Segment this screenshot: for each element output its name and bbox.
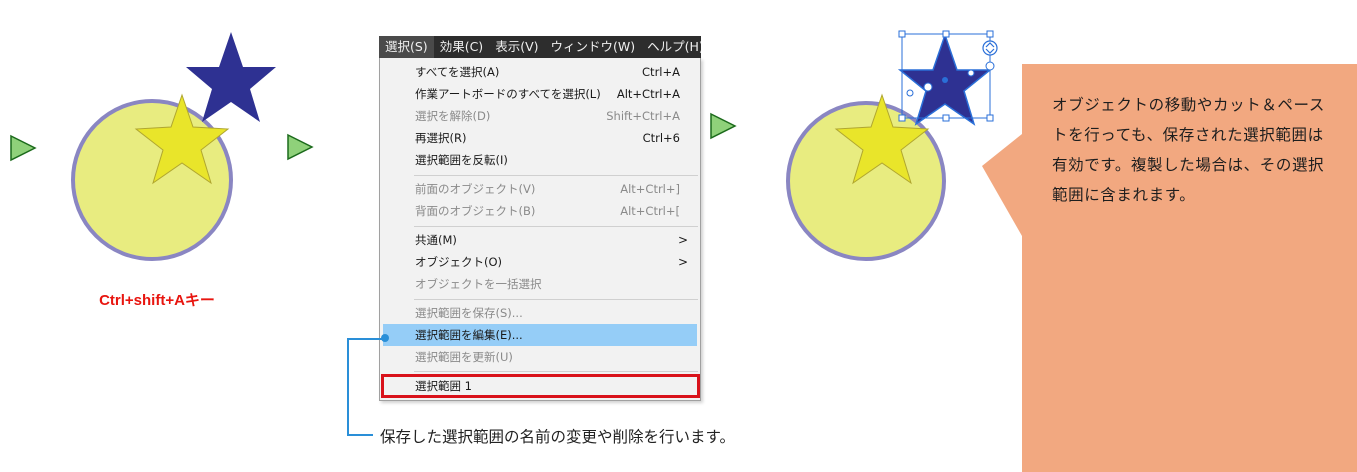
menubar-effect[interactable]: 効果(C) bbox=[434, 36, 489, 58]
menu-item-reselect[interactable]: 再選択(R) Ctrl+6 bbox=[380, 127, 700, 149]
step2-arrow-icon bbox=[287, 133, 314, 161]
menu-item-label: 前面のオブジェクト(V) bbox=[415, 182, 536, 196]
menubar-window[interactable]: ウィンドウ(W) bbox=[545, 36, 642, 58]
menu-item-object[interactable]: オブジェクト(O) > bbox=[380, 251, 700, 273]
menu-item-save-selection[interactable]: 選択範囲を保存(S)... bbox=[380, 302, 700, 324]
menu-item-label: 選択範囲を更新(U) bbox=[415, 350, 513, 364]
menu-item-next-object-above[interactable]: 前面のオブジェクト(V) Alt+Ctrl+] bbox=[380, 178, 700, 200]
menu-separator bbox=[414, 299, 698, 300]
menubar-view[interactable]: 表示(V) bbox=[489, 36, 544, 58]
menu-item-label: 選択を解除(D) bbox=[415, 109, 491, 123]
menu-separator bbox=[414, 175, 698, 176]
step3-arrow-icon bbox=[710, 112, 737, 140]
center-point bbox=[942, 77, 948, 83]
shortcut-label: Ctrl+shift+Aキー bbox=[99, 292, 215, 309]
menu-item-bulk-select[interactable]: オブジェクトを一括選択 bbox=[380, 273, 700, 295]
menubar-help[interactable]: ヘルプ(H) bbox=[641, 36, 701, 58]
menu-item-label: 選択範囲を保存(S)... bbox=[415, 306, 523, 320]
callout-line bbox=[347, 338, 349, 436]
menu-separator bbox=[414, 371, 698, 372]
menu-item-shortcut: Ctrl+A bbox=[642, 65, 680, 79]
menu-item-inverse[interactable]: 選択範囲を反転(I) bbox=[380, 149, 700, 171]
menu-item-shortcut: Alt+Ctrl+[ bbox=[620, 204, 680, 218]
menu-item-label: すべてを選択(A) bbox=[415, 65, 500, 79]
select-menu: 選択(S) 効果(C) 表示(V) ウィンドウ(W) ヘルプ(H) すべてを選択… bbox=[379, 36, 703, 402]
menu-item-select-all-artboard[interactable]: 作業アートボードのすべてを選択(L) Alt+Ctrl+A bbox=[380, 83, 700, 105]
menubar-select[interactable]: 選択(S) bbox=[379, 36, 434, 58]
menu-separator bbox=[414, 226, 698, 227]
menu-item-shortcut: Ctrl+6 bbox=[642, 131, 680, 145]
submenu-arrow-icon: > bbox=[677, 255, 688, 269]
rotate-handle-icon bbox=[982, 40, 998, 56]
navy-star bbox=[186, 32, 276, 122]
step1-shapes bbox=[71, 32, 276, 261]
menu-item-label: 選択範囲を編集(E)... bbox=[415, 328, 523, 342]
menu-item-update-selection[interactable]: 選択範囲を更新(U) bbox=[380, 346, 700, 368]
menu-item-label: 共通(M) bbox=[415, 233, 457, 247]
menu-item-shortcut: Alt+Ctrl+A bbox=[616, 87, 680, 101]
step1-arrow-icon bbox=[10, 134, 37, 162]
menu-item-label: 選択範囲を反転(I) bbox=[415, 153, 508, 167]
note-text: オブジェクトの移動やカット＆ペーストを行っても、保存された選択範囲は有効です。複… bbox=[1052, 96, 1325, 204]
menu-item-same[interactable]: 共通(M) > bbox=[380, 229, 700, 251]
menu-item-shortcut: Shift+Ctrl+A bbox=[606, 109, 680, 123]
menubar: 選択(S) 効果(C) 表示(V) ウィンドウ(W) ヘルプ(H) bbox=[379, 36, 701, 58]
yellow-circle bbox=[786, 101, 946, 261]
menu-item-label: オブジェクトを一括選択 bbox=[415, 277, 542, 291]
callout-line bbox=[347, 434, 373, 436]
menu-item-label: オブジェクト(O) bbox=[415, 255, 503, 269]
callout-dot bbox=[381, 334, 389, 342]
menu-item-label: 背面のオブジェクト(B) bbox=[415, 204, 536, 218]
submenu-arrow-icon: > bbox=[677, 233, 688, 247]
menu-item-deselect[interactable]: 選択を解除(D) Shift+Ctrl+A bbox=[380, 105, 700, 127]
menu-item-label: 再選択(R) bbox=[415, 131, 467, 145]
menu-item-next-object-below[interactable]: 背面のオブジェクト(B) Alt+Ctrl+[ bbox=[380, 200, 700, 222]
menu-item-edit-selection[interactable]: 選択範囲を編集(E)... bbox=[383, 324, 697, 346]
callout-line bbox=[347, 338, 383, 340]
callout-text: 保存した選択範囲の名前の変更や削除を行います。 bbox=[380, 428, 735, 446]
menu-item-select-all[interactable]: すべてを選択(A) Ctrl+A bbox=[380, 61, 700, 83]
saved-selection-highlight-box bbox=[381, 374, 700, 398]
select-dropdown: すべてを選択(A) Ctrl+A 作業アートボードのすべてを選択(L) Alt+… bbox=[379, 58, 701, 401]
menu-item-label: 作業アートボードのすべてを選択(L) bbox=[415, 87, 601, 101]
menu-item-shortcut: Alt+Ctrl+] bbox=[620, 182, 680, 196]
